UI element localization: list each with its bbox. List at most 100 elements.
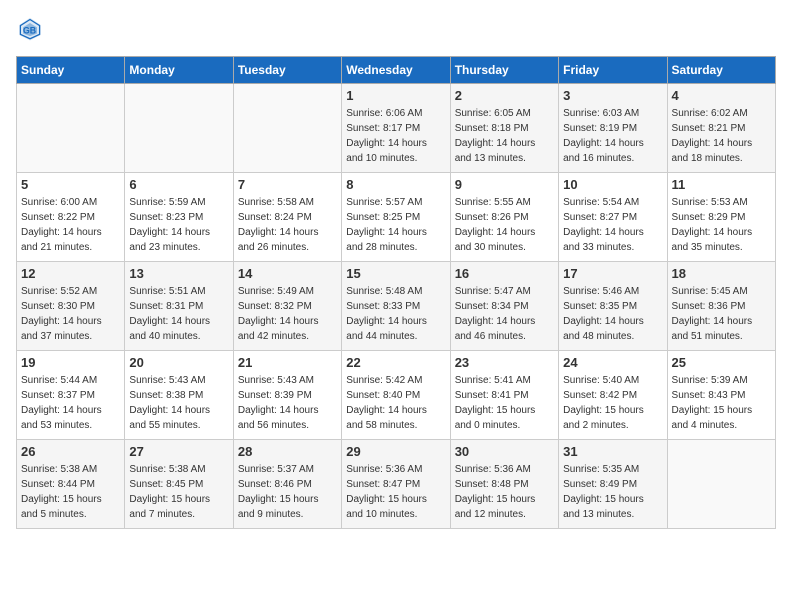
day-info: Sunrise: 5:52 AMSunset: 8:30 PMDaylight:…: [21, 284, 120, 344]
day-info: Sunrise: 5:45 AMSunset: 8:36 PMDaylight:…: [672, 284, 771, 344]
calendar-cell: 11Sunrise: 5:53 AMSunset: 8:29 PMDayligh…: [667, 173, 775, 262]
day-number: 16: [455, 266, 554, 281]
calendar-cell: 28 Sunrise: 5:37 AMSunset: 8:46 PMDayligh…: [233, 440, 341, 529]
calendar-cell: 13 Sunrise: 5:51 AMSunset: 8:31 PMDayligh…: [125, 262, 233, 351]
calendar-cell: 22 Sunrise: 5:42 AMSunset: 8:40 PMDayligh…: [342, 351, 450, 440]
day-number: 26: [21, 444, 120, 459]
calendar-cell: 4 Sunrise: 6:02 AMSunset: 8:21 PMDaylight…: [667, 84, 775, 173]
day-info: Sunrise: 5:41 AMSunset: 8:41 PMDaylight:…: [455, 373, 554, 433]
day-number: 24: [563, 355, 662, 370]
day-info: Sunrise: 5:44 AMSunset: 8:37 PMDaylight:…: [21, 373, 120, 433]
calendar-cell: [17, 84, 125, 173]
weekday-header-thursday: Thursday: [450, 57, 558, 84]
calendar-cell: 23 Sunrise: 5:41 AMSunset: 8:41 PMDayligh…: [450, 351, 558, 440]
day-number: 28: [238, 444, 337, 459]
day-number: 22: [346, 355, 445, 370]
day-info: Sunrise: 5:59 AMSunset: 8:23 PMDaylight:…: [129, 195, 228, 255]
calendar-cell: 26 Sunrise: 5:38 AMSunset: 8:44 PMDayligh…: [17, 440, 125, 529]
calendar-cell: 1 Sunrise: 6:06 AMSunset: 8:17 PMDaylight…: [342, 84, 450, 173]
day-number: 30: [455, 444, 554, 459]
calendar-cell: 30 Sunrise: 5:36 AMSunset: 8:48 PMDayligh…: [450, 440, 558, 529]
day-info: Sunrise: 5:46 AMSunset: 8:35 PMDaylight:…: [563, 284, 662, 344]
weekday-header-friday: Friday: [559, 57, 667, 84]
day-info: Sunrise: 5:35 AMSunset: 8:49 PMDaylight:…: [563, 462, 662, 522]
day-info: Sunrise: 5:57 AMSunset: 8:25 PMDaylight:…: [346, 195, 445, 255]
day-info: Sunrise: 5:58 AMSunset: 8:24 PMDaylight:…: [238, 195, 337, 255]
day-info: Sunrise: 6:06 AMSunset: 8:17 PMDaylight:…: [346, 106, 445, 166]
calendar-cell: 21 Sunrise: 5:43 AMSunset: 8:39 PMDayligh…: [233, 351, 341, 440]
day-info: Sunrise: 5:42 AMSunset: 8:40 PMDaylight:…: [346, 373, 445, 433]
day-info: Sunrise: 5:38 AMSunset: 8:44 PMDaylight:…: [21, 462, 120, 522]
day-number: 25: [672, 355, 771, 370]
day-number: 21: [238, 355, 337, 370]
day-info: Sunrise: 5:49 AMSunset: 8:32 PMDaylight:…: [238, 284, 337, 344]
day-number: 20: [129, 355, 228, 370]
day-number: 2: [455, 88, 554, 103]
day-info: Sunrise: 5:53 AMSunset: 8:29 PMDaylight:…: [672, 195, 771, 255]
calendar-cell: 5 Sunrise: 6:00 AMSunset: 8:22 PMDaylight…: [17, 173, 125, 262]
day-number: 29: [346, 444, 445, 459]
day-number: 15: [346, 266, 445, 281]
calendar-cell: 9 Sunrise: 5:55 AMSunset: 8:26 PMDaylight…: [450, 173, 558, 262]
week-row-4: 19 Sunrise: 5:44 AMSunset: 8:37 PMDayligh…: [17, 351, 776, 440]
day-info: Sunrise: 5:36 AMSunset: 8:47 PMDaylight:…: [346, 462, 445, 522]
day-info: Sunrise: 5:43 AMSunset: 8:39 PMDaylight:…: [238, 373, 337, 433]
weekday-header-sunday: Sunday: [17, 57, 125, 84]
calendar-cell: 3Sunrise: 6:03 AMSunset: 8:19 PMDaylight…: [559, 84, 667, 173]
day-number: 10: [563, 177, 662, 192]
day-number: 23: [455, 355, 554, 370]
day-info: Sunrise: 5:48 AMSunset: 8:33 PMDaylight:…: [346, 284, 445, 344]
day-info: Sunrise: 5:43 AMSunset: 8:38 PMDaylight:…: [129, 373, 228, 433]
calendar-cell: 29 Sunrise: 5:36 AMSunset: 8:47 PMDayligh…: [342, 440, 450, 529]
week-row-2: 5 Sunrise: 6:00 AMSunset: 8:22 PMDaylight…: [17, 173, 776, 262]
logo-icon: GB: [16, 16, 44, 44]
calendar-cell: 17 Sunrise: 5:46 AMSunset: 8:35 PMDayligh…: [559, 262, 667, 351]
day-info: Sunrise: 6:02 AMSunset: 8:21 PMDaylight:…: [672, 106, 771, 166]
day-number: 1: [346, 88, 445, 103]
day-number: 7: [238, 177, 337, 192]
day-number: 27: [129, 444, 228, 459]
calendar-cell: 10 Sunrise: 5:54 AMSunset: 8:27 PMDayligh…: [559, 173, 667, 262]
calendar-cell: 14Sunrise: 5:49 AMSunset: 8:32 PMDayligh…: [233, 262, 341, 351]
day-info: Sunrise: 5:39 AMSunset: 8:43 PMDaylight:…: [672, 373, 771, 433]
day-info: Sunrise: 6:00 AMSunset: 8:22 PMDaylight:…: [21, 195, 120, 255]
calendar-cell: 7 Sunrise: 5:58 AMSunset: 8:24 PMDaylight…: [233, 173, 341, 262]
weekday-header-monday: Monday: [125, 57, 233, 84]
calendar-cell: 6 Sunrise: 5:59 AMSunset: 8:23 PMDaylight…: [125, 173, 233, 262]
calendar-cell: [667, 440, 775, 529]
weekday-header-row: SundayMondayTuesdayWednesdayThursdayFrid…: [17, 57, 776, 84]
day-number: 19: [21, 355, 120, 370]
day-info: Sunrise: 5:51 AMSunset: 8:31 PMDaylight:…: [129, 284, 228, 344]
logo: GB: [16, 16, 48, 44]
day-number: 18: [672, 266, 771, 281]
calendar-cell: 2 Sunrise: 6:05 AMSunset: 8:18 PMDaylight…: [450, 84, 558, 173]
svg-text:GB: GB: [23, 26, 36, 36]
day-number: 6: [129, 177, 228, 192]
day-info: Sunrise: 5:37 AMSunset: 8:46 PMDaylight:…: [238, 462, 337, 522]
day-number: 4: [672, 88, 771, 103]
calendar-cell: 24Sunrise: 5:40 AMSunset: 8:42 PMDayligh…: [559, 351, 667, 440]
calendar-cell: [125, 84, 233, 173]
weekday-header-tuesday: Tuesday: [233, 57, 341, 84]
day-info: Sunrise: 6:05 AMSunset: 8:18 PMDaylight:…: [455, 106, 554, 166]
calendar-cell: 27Sunrise: 5:38 AMSunset: 8:45 PMDayligh…: [125, 440, 233, 529]
calendar-cell: 15 Sunrise: 5:48 AMSunset: 8:33 PMDayligh…: [342, 262, 450, 351]
day-number: 13: [129, 266, 228, 281]
page-header: GB: [16, 16, 776, 44]
calendar-cell: 25 Sunrise: 5:39 AMSunset: 8:43 PMDayligh…: [667, 351, 775, 440]
day-number: 12: [21, 266, 120, 281]
calendar-cell: 12 Sunrise: 5:52 AMSunset: 8:30 PMDayligh…: [17, 262, 125, 351]
day-info: Sunrise: 5:55 AMSunset: 8:26 PMDaylight:…: [455, 195, 554, 255]
calendar-cell: 20 Sunrise: 5:43 AMSunset: 8:38 PMDayligh…: [125, 351, 233, 440]
day-number: 5: [21, 177, 120, 192]
calendar-cell: 31Sunrise: 5:35 AMSunset: 8:49 PMDayligh…: [559, 440, 667, 529]
week-row-1: 1 Sunrise: 6:06 AMSunset: 8:17 PMDaylight…: [17, 84, 776, 173]
weekday-header-saturday: Saturday: [667, 57, 775, 84]
calendar-cell: [233, 84, 341, 173]
day-info: Sunrise: 5:54 AMSunset: 8:27 PMDaylight:…: [563, 195, 662, 255]
calendar-table: SundayMondayTuesdayWednesdayThursdayFrid…: [16, 56, 776, 529]
day-info: Sunrise: 5:36 AMSunset: 8:48 PMDaylight:…: [455, 462, 554, 522]
day-number: 17: [563, 266, 662, 281]
day-number: 9: [455, 177, 554, 192]
calendar-cell: 16Sunrise: 5:47 AMSunset: 8:34 PMDayligh…: [450, 262, 558, 351]
